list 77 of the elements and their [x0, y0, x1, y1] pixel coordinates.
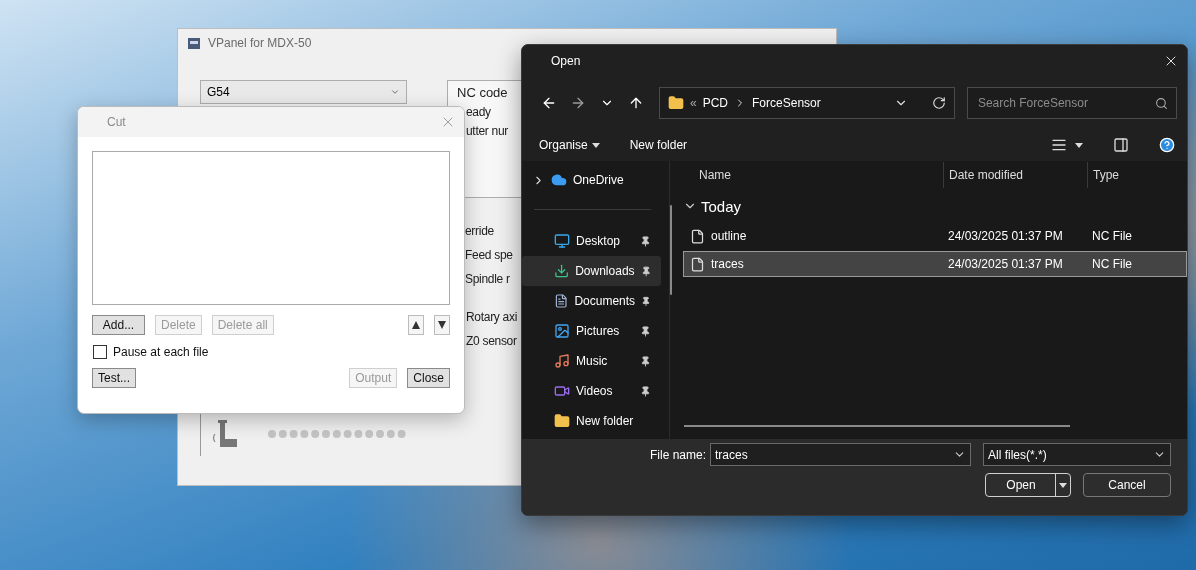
column-header[interactable]: Type: [1087, 162, 1187, 188]
folder-icon: [554, 413, 570, 429]
dialog-title: Cut: [107, 115, 126, 129]
group-header: Today: [701, 197, 742, 215]
sidebar-item[interactable]: Documents: [522, 286, 661, 316]
sidebar-item[interactable]: New folder: [522, 406, 661, 436]
folder-icon: [668, 95, 684, 111]
app-icon: [188, 37, 200, 49]
file-name-field[interactable]: traces: [710, 443, 971, 466]
open-button[interactable]: Open: [985, 473, 1071, 497]
dialog-title: Open: [551, 54, 581, 68]
override-text: Feed spe: [464, 247, 513, 264]
sidebar-item[interactable]: Downloads: [522, 256, 661, 286]
preview-pane-button[interactable]: [1113, 137, 1129, 153]
override-text: Spindle r: [464, 271, 510, 288]
status-text: eady: [465, 104, 491, 121]
file-name: traces: [711, 257, 744, 271]
download-icon: [554, 263, 570, 279]
coordinate-dropdown[interactable]: G54: [200, 80, 407, 104]
search-field[interactable]: Search ForceSensor: [966, 87, 1177, 119]
chevron-down-icon: [390, 87, 400, 97]
file-type: NC File: [1092, 257, 1133, 271]
breadcrumb-overflow[interactable]: «: [690, 96, 697, 110]
file-icon: [690, 256, 705, 272]
cloud-icon: [551, 172, 567, 188]
toolbar-button[interactable]: Organise: [539, 138, 600, 152]
file-name: outline: [711, 229, 747, 243]
file-name-input[interactable]: traces: [715, 447, 915, 462]
search-input[interactable]: Search ForceSensor: [975, 95, 1140, 111]
window-title: VPanel for MDX-50: [208, 36, 312, 50]
picture-icon: [554, 323, 570, 339]
move-down-button[interactable]: [434, 315, 450, 335]
breadcrumb-item[interactable]: ForceSensor: [752, 96, 821, 110]
panel-icon: [1113, 137, 1129, 153]
file-date: 24/03/2025 01:37 PM: [948, 257, 1064, 271]
dialog-button[interactable]: Add...: [92, 315, 145, 335]
view-options-button[interactable]: [1051, 137, 1083, 153]
caret-icon[interactable]: [1059, 482, 1067, 488]
sidebar-item[interactable]: Pictures: [522, 316, 661, 346]
column-header[interactable]: Name: [683, 162, 943, 188]
music-note-icon: [554, 353, 570, 369]
toolbar-button[interactable]: New folder: [629, 138, 688, 152]
file-icon: [690, 228, 705, 244]
document-icon: [554, 293, 569, 309]
help-icon[interactable]: [1159, 137, 1175, 153]
search-icon: [1155, 96, 1168, 110]
option-text: Rotary axi: [465, 309, 518, 326]
cancel-button[interactable]: Cancel: [1083, 473, 1171, 497]
status-text: NC code: [456, 84, 508, 102]
sidebar-item[interactable]: Music: [522, 346, 661, 376]
dialog-button[interactable]: Test...: [92, 368, 136, 388]
monitor-icon: [554, 233, 570, 249]
file-type-dropdown[interactable]: All files(*.*): [983, 443, 1171, 466]
breadcrumb-item[interactable]: PCD: [702, 96, 729, 110]
caret-down-icon: [1075, 142, 1083, 148]
list-view-icon: [1051, 137, 1067, 153]
checkbox[interactable]: [93, 345, 107, 359]
column-header[interactable]: Date modified: [943, 162, 1087, 188]
file-type: NC File: [1092, 229, 1133, 243]
override-text: erride: [464, 223, 494, 240]
file-date: 24/03/2025 01:37 PM: [948, 229, 1064, 243]
move-up-button[interactable]: [408, 315, 424, 335]
address-bar[interactable]: « PCD ForceSensor: [659, 87, 955, 119]
file-row[interactable]: traces 24/03/2025 01:37 PM NC File: [683, 251, 1187, 277]
checkbox-label: Pause at each file: [113, 345, 209, 359]
sidebar-item[interactable]: OneDrive: [522, 165, 661, 195]
triangle-down-icon: [437, 320, 447, 330]
sidebar-item[interactable]: Desktop: [522, 226, 661, 256]
sidebar-item[interactable]: Videos: [522, 376, 661, 406]
dialog-button[interactable]: Close: [407, 368, 450, 388]
option-text: Z0 sensor: [465, 333, 517, 350]
video-icon: [554, 383, 570, 399]
file-name-label: File name:: [649, 447, 706, 462]
file-row[interactable]: outline 24/03/2025 01:37 PM NC File: [683, 223, 1187, 249]
refresh-icon[interactable]: [931, 96, 946, 110]
status-text: utter nur: [465, 123, 508, 140]
triangle-up-icon: [411, 320, 421, 330]
